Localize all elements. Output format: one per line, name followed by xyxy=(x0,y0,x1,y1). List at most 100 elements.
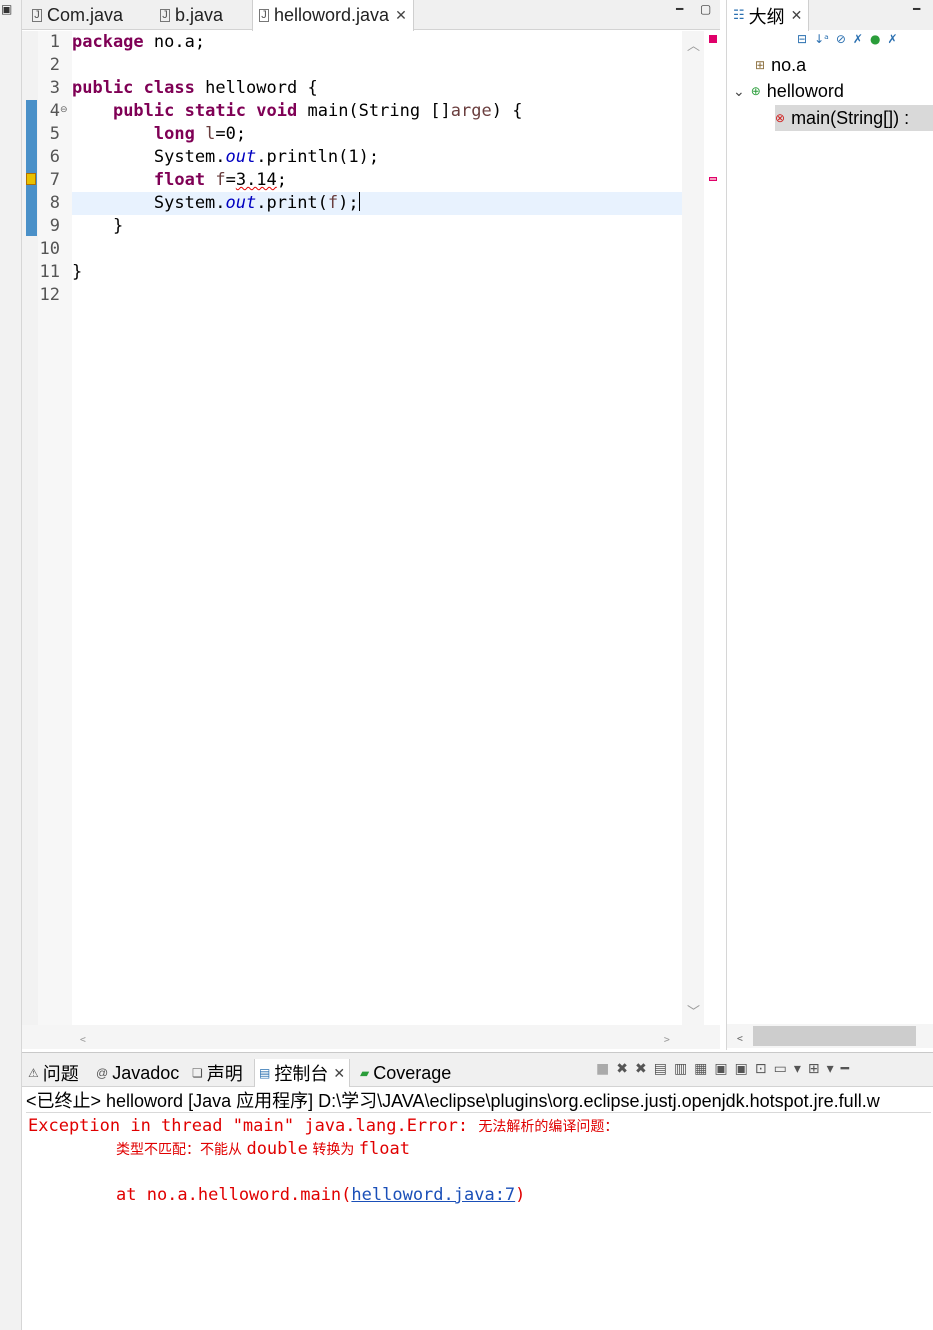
tab-outline[interactable]: ☷ 大纲 ✕ xyxy=(727,0,810,31)
outline-horizontal-scrollbar[interactable]: ﹤ xyxy=(727,1024,933,1048)
java-file-icon: J xyxy=(160,8,170,22)
line-number: 5 xyxy=(49,124,60,144)
declaration-icon: ❏ xyxy=(192,1066,203,1080)
tab-declaration[interactable]: ❏ 声明 xyxy=(192,1059,243,1087)
scroll-lock-icon[interactable]: ▥ xyxy=(674,1061,687,1077)
change-marker xyxy=(26,100,37,236)
editor-horizontal-scrollbar[interactable]: ﹤ ﹥ xyxy=(22,1025,720,1049)
tab-javadoc[interactable]: @ Javadoc xyxy=(96,1059,179,1087)
chevron-down-icon[interactable]: ▾ xyxy=(827,1061,834,1077)
kw-package: package xyxy=(72,32,144,52)
outline-tab-bar: ☷ 大纲 ✕ ━ xyxy=(727,0,933,31)
tab-label: helloword.java xyxy=(274,5,390,25)
minimize-icon[interactable]: ━ xyxy=(841,1061,849,1077)
outline-item-package[interactable]: ⊞ no.a xyxy=(755,52,806,78)
code-line-error: float f=3.14; xyxy=(153,170,288,190)
minimize-icon[interactable]: ━ xyxy=(913,2,920,16)
chevron-down-icon[interactable]: ⌄ xyxy=(733,83,745,100)
hide-non-public-icon[interactable]: ● xyxy=(870,32,880,50)
tab-coverage[interactable]: ▰ Coverage xyxy=(360,1059,451,1087)
scroll-left-icon[interactable]: ﹤ xyxy=(76,1028,90,1048)
tab-label: Coverage xyxy=(373,1062,452,1083)
exception-message: 无法解析的编译问题： xyxy=(478,1119,619,1135)
editor-vertical-scrollbar[interactable]: ︿ ﹀ xyxy=(682,31,704,1025)
stack-trace-suffix: ) xyxy=(515,1185,526,1205)
maximize-icon[interactable]: ▢ xyxy=(700,2,711,16)
tab-helloword-java[interactable]: J helloword.java ✕ xyxy=(252,0,414,31)
code-editor[interactable]: 1 2 3 4 5 6 7 8 9 10 11 12 ⊖ package no.… xyxy=(22,31,720,1025)
fold-toggle-icon[interactable]: ⊖ xyxy=(60,105,68,115)
clear-console-icon[interactable]: ▤ xyxy=(654,1061,667,1077)
console-line: 类型不匹配：不能从 double 转换为 float xyxy=(116,1138,410,1161)
scroll-left-icon[interactable]: ﹤ xyxy=(733,1027,747,1047)
tab-label: Com.java xyxy=(47,4,124,25)
show-stdout-icon[interactable]: ▣ xyxy=(714,1061,727,1077)
source-link[interactable]: helloword.java:7 xyxy=(351,1185,515,1205)
chevron-down-icon[interactable]: ▾ xyxy=(794,1061,801,1077)
outline-toolbar: ⊟ ↓ᵃ ⊘ ✗ ● ✗ xyxy=(797,32,898,50)
word-wrap-icon[interactable]: ▦ xyxy=(694,1061,707,1077)
package-icon: ⊞ xyxy=(755,58,766,72)
restore-icon[interactable]: ▣ xyxy=(1,2,12,16)
console-panel: ⚠ 问题 @ Javadoc ❏ 声明 ▤ 控制台 ✕ ▰ Coverage ■… xyxy=(22,1052,933,1330)
scrollbar-thumb[interactable] xyxy=(753,1026,916,1046)
code-line: } xyxy=(72,216,124,236)
code-line: System.out.print(f); xyxy=(72,192,360,213)
tab-com-java[interactable]: J Com.java xyxy=(32,0,123,30)
outline-item-class[interactable]: ⌄ ⊕ helloword xyxy=(733,78,844,104)
scroll-right-icon[interactable]: ﹥ xyxy=(660,1028,674,1048)
show-stderr-icon[interactable]: ▣ xyxy=(735,1061,748,1077)
error-summary-marker[interactable] xyxy=(709,35,717,43)
tab-label: 声明 xyxy=(206,1064,243,1084)
console-toolbar: ■ ✖ ✖ ▤ ▥ ▦ ▣ ▣ ⊡ ▭ ▾ ⊞ ▾ ━ xyxy=(596,1061,849,1077)
tab-problems[interactable]: ⚠ 问题 xyxy=(28,1059,79,1087)
remove-launch-icon[interactable]: ✖ xyxy=(616,1061,628,1077)
outline-title: 大纲 xyxy=(748,6,785,28)
close-icon[interactable]: ✕ xyxy=(333,1065,345,1082)
hide-fields-icon[interactable]: ⊘ xyxy=(836,32,846,50)
line-number: 9 xyxy=(49,216,60,236)
left-trim-strip: ▣ xyxy=(0,0,22,1330)
tab-b-java[interactable]: J b.java xyxy=(160,0,223,30)
tab-label: b.java xyxy=(175,4,224,25)
scroll-down-icon[interactable]: ﹀ xyxy=(687,1001,700,1020)
close-icon[interactable]: ✕ xyxy=(395,7,407,24)
close-icon[interactable]: ✕ xyxy=(791,8,803,24)
convert-text: 转换为 xyxy=(307,1142,359,1158)
error-location-marker[interactable] xyxy=(709,177,717,181)
open-console-icon[interactable]: ⊞ xyxy=(808,1061,820,1077)
error-quickfix-icon[interactable] xyxy=(26,173,36,185)
minimize-icon[interactable]: ━ xyxy=(676,2,683,16)
scroll-up-icon[interactable]: ︿ xyxy=(687,35,700,54)
line-number: 2 xyxy=(49,55,60,75)
hide-static-icon[interactable]: ✗ xyxy=(853,32,863,50)
coverage-icon: ▰ xyxy=(360,1066,370,1080)
console-line: Exception in thread "main" java.lang.Err… xyxy=(28,1115,618,1138)
outline-icon: ☷ xyxy=(733,8,745,23)
code-line: package no.a; xyxy=(72,32,206,52)
overview-ruler[interactable] xyxy=(704,31,720,1025)
console-line: at no.a.helloword.main(helloword.java:7) xyxy=(116,1184,525,1207)
code-line: public class helloword { xyxy=(72,78,318,98)
tab-console[interactable]: ▤ 控制台 ✕ xyxy=(254,1059,351,1087)
code-area[interactable]: package no.a; public class helloword { p… xyxy=(72,31,682,1025)
type-double: double xyxy=(246,1139,308,1159)
sort-icon[interactable]: ↓ᵃ xyxy=(814,32,829,50)
exception-text: Exception in thread "main" java.lang.Err… xyxy=(28,1116,479,1136)
outline-item-method[interactable]: ⊗ main(String[]) : xyxy=(775,105,933,131)
remove-all-icon[interactable]: ✖ xyxy=(635,1061,647,1077)
pin-console-icon[interactable]: ⊡ xyxy=(755,1061,767,1077)
terminate-icon[interactable]: ■ xyxy=(596,1061,609,1077)
line-number: 3 xyxy=(49,78,60,98)
code-line: } xyxy=(72,262,83,282)
line-number: 6 xyxy=(49,147,60,167)
tab-label: 控制台 xyxy=(274,1064,329,1084)
javadoc-icon: @ xyxy=(96,1066,109,1080)
display-console-icon[interactable]: ▭ xyxy=(774,1061,787,1077)
console-launch-status: <已终止> helloword [Java 应用程序] D:\学习\JAVA\e… xyxy=(26,1089,931,1113)
collapse-all-icon[interactable]: ⊟ xyxy=(797,32,807,50)
tab-label: 问题 xyxy=(42,1064,79,1084)
hide-local-types-icon[interactable]: ✗ xyxy=(887,32,897,50)
problems-icon: ⚠ xyxy=(28,1066,39,1080)
console-icon: ▤ xyxy=(259,1066,271,1080)
